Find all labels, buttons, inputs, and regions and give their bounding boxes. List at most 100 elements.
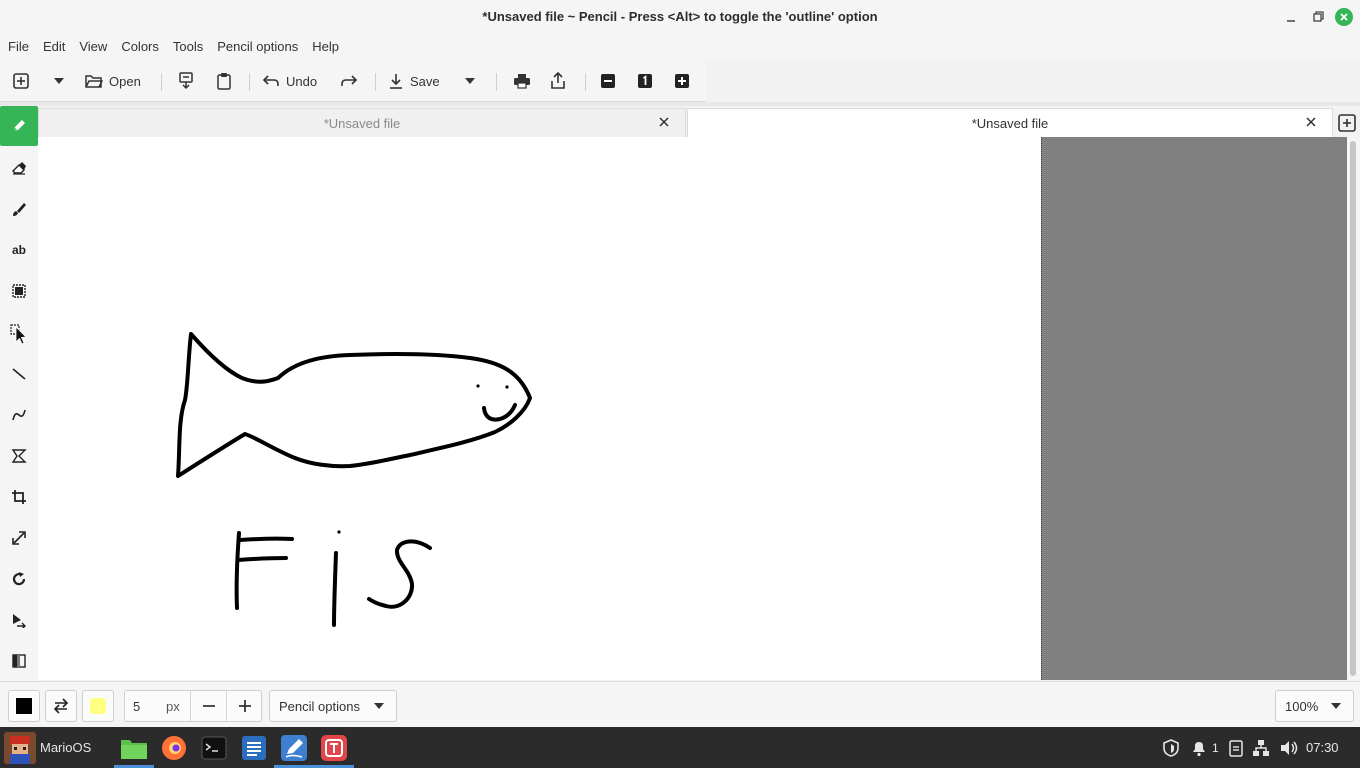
menu-file[interactable]: File [8, 39, 29, 54]
plus-icon [238, 700, 251, 712]
shape-tool[interactable] [0, 436, 38, 476]
filters-tool[interactable] [0, 641, 38, 681]
eraser-tool[interactable] [0, 148, 38, 188]
save-button[interactable]: Save [388, 69, 440, 93]
clipboard-icon [217, 73, 231, 90]
window-title: *Unsaved file ~ Pencil - Press <Alt> to … [482, 9, 878, 24]
export-button[interactable] [550, 69, 566, 93]
skew-tool[interactable] [0, 600, 38, 640]
menu-help[interactable]: Help [312, 39, 339, 54]
clipboard-button[interactable] [216, 69, 232, 93]
firefox-launcher[interactable] [159, 733, 189, 763]
pencil-tool[interactable] [0, 106, 38, 146]
menu-tools[interactable]: Tools [173, 39, 203, 54]
size-value[interactable]: 5 [133, 699, 140, 714]
notifications-tray[interactable]: 1 [1190, 739, 1219, 757]
undo-button[interactable]: Undo [262, 69, 317, 93]
size-increase-button[interactable] [227, 691, 262, 721]
new-dropdown-button[interactable] [52, 69, 66, 93]
size-decrease-button[interactable] [191, 691, 226, 721]
swap-icon [53, 698, 69, 714]
menu-colors[interactable]: Colors [121, 39, 159, 54]
rotate-tool[interactable] [0, 559, 38, 599]
software-store-launcher[interactable] [319, 733, 349, 763]
menu-edit[interactable]: Edit [43, 39, 65, 54]
text-tool[interactable]: ab [0, 230, 38, 270]
main-toolbar: Open Undo Save [0, 60, 706, 102]
skew-icon [13, 614, 26, 628]
menu-pencil-options[interactable]: Pencil options [217, 39, 298, 54]
mario-avatar-icon [4, 732, 36, 764]
clock[interactable]: 07:30 [1306, 740, 1339, 755]
drawing-app-icon [281, 735, 307, 761]
menu-bar: File Edit View Colors Tools Pencil optio… [0, 33, 1360, 60]
exchange-colors-button[interactable] [45, 690, 77, 722]
tab-unsaved-file-2[interactable]: *Unsaved file [687, 108, 1333, 137]
pencil-options-menu[interactable]: Pencil options [269, 690, 397, 722]
notifications-count: 1 [1212, 741, 1219, 755]
free-selection-tool[interactable] [0, 313, 38, 353]
drawing-canvas[interactable] [38, 137, 1041, 680]
pencil-icon [14, 120, 25, 131]
text-editor-launcher[interactable] [239, 733, 269, 763]
terminal-launcher[interactable] [199, 733, 229, 763]
pencil-app-launcher[interactable] [279, 733, 309, 763]
import-button[interactable] [178, 69, 194, 93]
chevron-down-icon [374, 703, 384, 709]
secondary-color-button[interactable] [82, 690, 114, 722]
close-window-button[interactable] [1335, 8, 1353, 26]
files-launcher[interactable] [119, 733, 149, 763]
scale-tool[interactable] [0, 518, 38, 558]
curve-tool[interactable] [0, 395, 38, 435]
start-menu-label[interactable]: MarioOS [40, 740, 91, 755]
share-icon [551, 72, 565, 89]
plus-square-icon [675, 74, 689, 88]
network-tray[interactable] [1252, 739, 1270, 757]
options-bar: 5 px Pencil options 100% [0, 681, 1360, 727]
main-color-button[interactable] [8, 690, 40, 722]
shield-tray[interactable] [1162, 739, 1180, 757]
close-icon [1340, 13, 1348, 21]
printer-icon [514, 74, 530, 89]
vertical-scrollbar[interactable] [1347, 137, 1360, 680]
zoom-menu[interactable]: 100% [1275, 690, 1354, 722]
zoom-out-button[interactable] [600, 69, 616, 93]
line-tool[interactable] [0, 354, 38, 394]
rectangle-selection-tool[interactable] [0, 271, 38, 311]
terminal-icon [201, 736, 227, 760]
maximize-button[interactable] [1309, 8, 1327, 26]
minimize-button[interactable] [1282, 8, 1300, 26]
brush-icon [13, 203, 26, 216]
rectangle-selection-icon [12, 284, 26, 298]
tab-unsaved-file-1[interactable]: *Unsaved file [38, 108, 686, 137]
minimize-icon [1287, 20, 1295, 22]
main-color-swatch [16, 698, 32, 714]
zoom-in-button[interactable] [674, 69, 690, 93]
new-tab-button[interactable] [1337, 113, 1357, 133]
tools-panel: ab [0, 106, 38, 681]
size-unit: px [166, 698, 180, 714]
menu-view[interactable]: View [79, 39, 107, 54]
download-icon [390, 74, 402, 89]
eraser-icon [12, 162, 26, 175]
start-menu-button[interactable] [4, 732, 36, 764]
brush-tool[interactable] [0, 189, 38, 229]
scrollbar-thumb[interactable] [1350, 141, 1356, 676]
text-editor-icon [242, 736, 266, 760]
close-tab-icon[interactable] [657, 115, 671, 129]
open-button[interactable]: Open [85, 69, 141, 93]
save-dropdown-button[interactable] [463, 69, 477, 93]
tab-label: *Unsaved file [971, 115, 1049, 131]
close-tab-icon[interactable] [1304, 115, 1318, 129]
new-button[interactable] [12, 69, 30, 93]
crop-tool[interactable] [0, 477, 38, 517]
clipboard-tray[interactable] [1228, 739, 1244, 757]
volume-tray[interactable] [1279, 739, 1299, 757]
tab-label: *Unsaved file [323, 115, 401, 131]
network-icon [1253, 740, 1269, 756]
redo-button[interactable] [340, 69, 358, 93]
filters-icon [12, 654, 26, 668]
zoom-original-button[interactable] [637, 69, 653, 93]
print-button[interactable] [513, 69, 531, 93]
firefox-icon [162, 736, 186, 760]
